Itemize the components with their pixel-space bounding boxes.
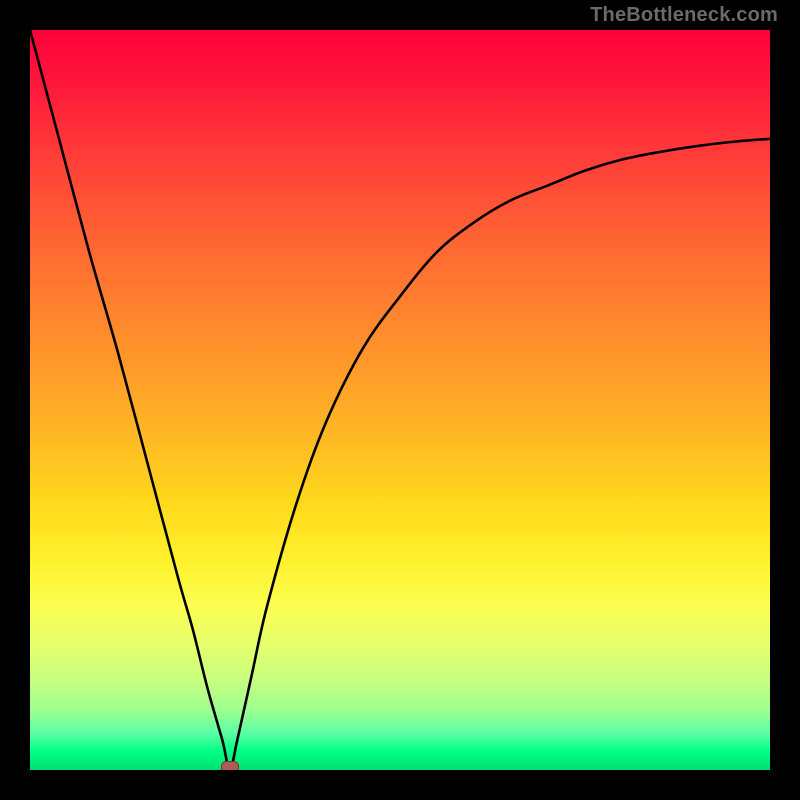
plot-area [30, 30, 770, 770]
bottleneck-curve-path [30, 30, 770, 770]
minimum-marker [221, 761, 239, 770]
chart-frame: TheBottleneck.com [0, 0, 800, 800]
curve-svg [30, 30, 770, 770]
watermark-text: TheBottleneck.com [590, 4, 778, 27]
